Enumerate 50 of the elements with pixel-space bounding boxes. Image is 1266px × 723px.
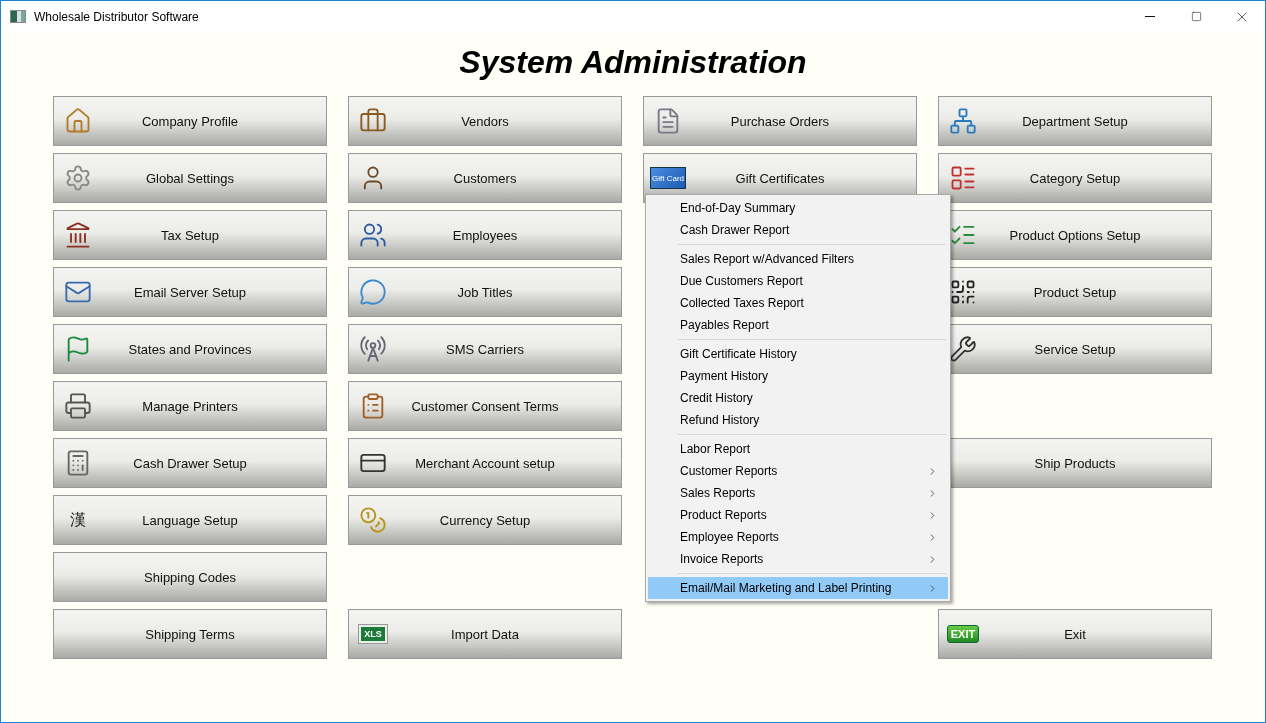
window-title: Wholesale Distributor Software — [34, 9, 200, 24]
list-icon — [949, 164, 977, 192]
admin-button[interactable]: Purchase Orders — [643, 96, 917, 146]
menu-item[interactable]: Refund History — [648, 409, 948, 431]
admin-button[interactable]: Department Setup — [938, 96, 1212, 146]
wrench-icon — [949, 335, 977, 363]
maximize-icon — [1190, 11, 1202, 22]
admin-button[interactable]: Job Titles — [348, 267, 622, 317]
admin-button[interactable]: Vendors — [348, 96, 622, 146]
admin-button[interactable]: Customers — [348, 153, 622, 203]
app-icon — [10, 10, 26, 23]
menu-item[interactable]: Invoice Reports — [648, 548, 948, 570]
admin-button[interactable]: Tax Setup — [53, 210, 327, 260]
minimize-icon — [1145, 16, 1155, 17]
spreadsheet-icon: XLS — [359, 625, 387, 643]
admin-button[interactable]: XLS Import Data — [348, 609, 622, 659]
hierarchy-icon — [949, 107, 977, 135]
bank-icon — [64, 221, 92, 249]
admin-button[interactable]: 漢 Language Setup — [53, 495, 327, 545]
admin-button[interactable]: States and Provinces — [53, 324, 327, 374]
exit-sign-icon: EXIT — [946, 625, 980, 643]
admin-button[interactable]: Manage Printers — [53, 381, 327, 431]
gears-icon — [64, 164, 92, 192]
qr-code-icon — [949, 278, 977, 306]
admin-button[interactable]: Company Profile — [53, 96, 327, 146]
menu-item[interactable]: Employee Reports — [648, 526, 948, 548]
people-icon — [359, 221, 387, 249]
admin-button[interactable]: Shipping Codes — [53, 552, 327, 602]
admin-button[interactable]: Customer Consent Terms — [348, 381, 622, 431]
menu-item[interactable]: Email/Mail Marketing and Label Printing — [648, 577, 948, 599]
house-icon — [64, 107, 92, 135]
admin-button[interactable]: Global Settings — [53, 153, 327, 203]
admin-button[interactable]: EXIT Exit — [938, 609, 1212, 659]
admin-button[interactable]: Merchant Account setup — [348, 438, 622, 488]
admin-button[interactable]: Category Setup — [938, 153, 1212, 203]
menu-item[interactable]: Product Reports — [648, 504, 948, 526]
antenna-icon — [359, 335, 387, 363]
page-heading: System Administration — [458, 44, 808, 81]
admin-button[interactable]: Currency Setup — [348, 495, 622, 545]
admin-button[interactable]: Email Server Setup — [53, 267, 327, 317]
gift-card-icon: Gift Card — [650, 167, 686, 189]
menu-item[interactable]: Credit History — [648, 387, 948, 409]
admin-button[interactable]: Shipping Terms — [53, 609, 327, 659]
speech-bubble-icon — [359, 278, 387, 306]
coins-icon — [359, 506, 387, 534]
admin-button[interactable]: Employees — [348, 210, 622, 260]
glyph-icon: 漢 — [70, 509, 86, 531]
admin-button[interactable]: Cash Drawer Setup — [53, 438, 327, 488]
printer-icon — [64, 392, 92, 420]
admin-button[interactable]: SMS Carriers — [348, 324, 622, 374]
